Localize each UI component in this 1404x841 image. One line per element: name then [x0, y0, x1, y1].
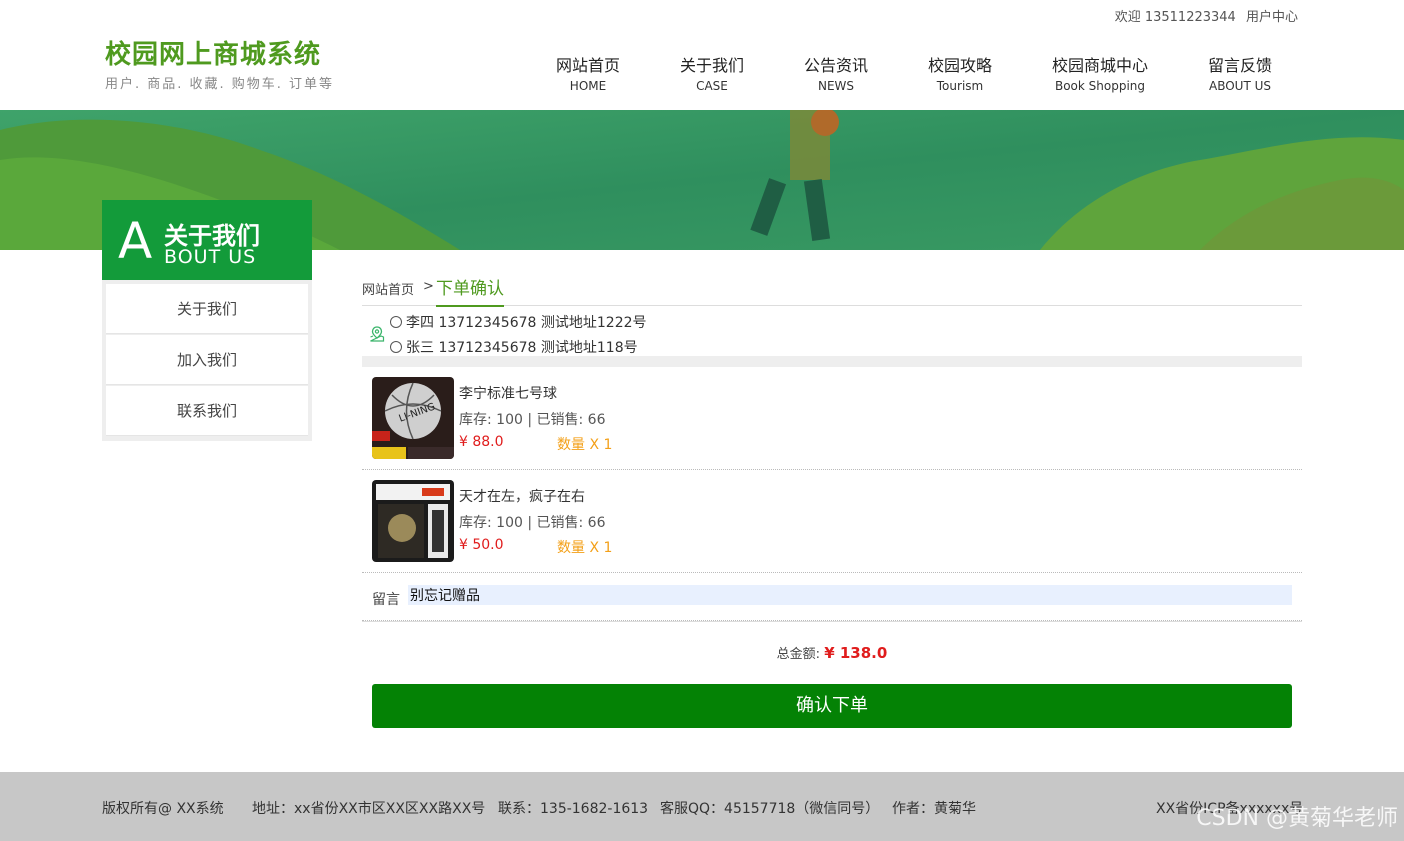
order-item: LI-NING 李宁标准七号球 库存: 100 | 已销售: 66 ¥ 88.0… [362, 367, 1302, 470]
address-text: 张三 13712345678 测试地址118号 [406, 340, 638, 356]
message-label: 留言 [372, 592, 400, 608]
address-selector: 李四 13712345678 测试地址1222号 张三 13712345678 … [362, 306, 1302, 362]
address-option[interactable]: 张三 13712345678 测试地址118号 [390, 337, 638, 357]
order-confirm-panel: 网站首页 > 下单确认 李四 13712345678 测试地址1222号 张三 … [362, 270, 1302, 728]
order-item: 天才在左，疯子在右 库存: 100 | 已销售: 66 ¥ 50.0 数量 X … [362, 470, 1302, 573]
user-center-link[interactable]: 用户中心 [1246, 10, 1298, 25]
sidebar-header-en: BOUT US [164, 246, 257, 268]
nav-label: 关于我们 [679, 56, 744, 75]
breadcrumb-current: 下单确认 [436, 274, 504, 307]
confirm-order-button[interactable]: 确认下单 [372, 684, 1292, 728]
footer-address: 地址：xx省份XX市区XX区XX路XX号 [252, 801, 486, 817]
product-image-basketball[interactable]: LI-NING [372, 377, 454, 459]
nav-label: 校园商城中心 [1051, 56, 1148, 75]
nav-sublabel: ABOUT US [1208, 79, 1271, 93]
order-total: 总金额: ¥ 138.0 [362, 643, 1302, 662]
product-price: ¥ 50.0 [459, 537, 504, 553]
csdn-watermark: CSDN @黄菊华老师 [1196, 806, 1398, 831]
nav-sublabel: NEWS [817, 79, 855, 93]
product-quantity: 数量 X 1 [557, 437, 613, 453]
main-nav: 网站首页 HOME 关于我们 CASE 公告资讯 NEWS 校园攻略 Touri… [526, 52, 1302, 93]
sidebar-list: 关于我们 加入我们 联系我们 [102, 280, 312, 441]
nav-news[interactable]: 公告资讯 NEWS [774, 52, 898, 93]
nav-sublabel: Tourism [936, 79, 984, 93]
sidebar-item-about[interactable]: 关于我们 [106, 284, 308, 334]
product-image-book[interactable] [372, 480, 454, 562]
product-name[interactable]: 天才在左，疯子在右 [459, 486, 585, 506]
total-label: 总金额: [776, 647, 821, 662]
address-option[interactable]: 李四 13712345678 测试地址1222号 [390, 312, 647, 332]
footer-qq: 客服QQ：45157718（微信同号） [660, 801, 880, 817]
nav-home[interactable]: 网站首页 HOME [526, 52, 650, 93]
sidebar-header: A 关于我们 BOUT US [102, 200, 312, 280]
nav-sublabel: Book Shopping [1054, 79, 1146, 93]
site-subtitle: 用户. 商品. 收藏. 购物车. 订单等 [105, 77, 335, 92]
breadcrumb-separator: > [423, 279, 434, 294]
top-user-bar: 欢迎 13511223344 用户中心 [1109, 6, 1298, 25]
address-radio[interactable] [390, 341, 402, 353]
nav-label: 公告资讯 [803, 56, 868, 75]
welcome-text: 欢迎 13511223344 [1114, 10, 1236, 25]
footer-copyright: 版权所有@ XX系统 [102, 801, 224, 817]
site-title: 校园网上商城系统 [105, 40, 322, 70]
nav-sublabel: CASE [696, 79, 728, 93]
section-divider [362, 621, 1302, 625]
site-footer: 版权所有@ XX系统 地址：xx省份XX市区XX区XX路XX号 联系：135-1… [0, 772, 1404, 841]
address-radio[interactable] [390, 316, 402, 328]
total-amount: ¥ 138.0 [824, 644, 888, 662]
product-quantity: 数量 X 1 [557, 540, 613, 556]
breadcrumb: 网站首页 > 下单确认 [362, 270, 1302, 307]
site-logo[interactable]: 校园网上商城系统 用户. 商品. 收藏. 购物车. 订单等 [105, 34, 334, 92]
product-stock: 库存: 100 | 已销售: 66 [459, 515, 606, 531]
location-pin-icon [370, 326, 385, 342]
nav-sublabel: HOME [569, 79, 607, 93]
nav-tourism[interactable]: 校园攻略 Tourism [898, 52, 1022, 93]
breadcrumb-home[interactable]: 网站首页 [362, 279, 414, 298]
nav-feedback[interactable]: 留言反馈 ABOUT US [1178, 52, 1302, 93]
nav-about[interactable]: 关于我们 CASE [650, 52, 774, 93]
product-stock: 库存: 100 | 已销售: 66 [459, 412, 606, 428]
footer-phone: 联系：135-1682-1613 [498, 801, 649, 817]
sidebar-header-letter: A [118, 212, 153, 270]
address-text: 李四 13712345678 测试地址1222号 [406, 315, 647, 331]
footer-author: 作者：黄菊华 [892, 801, 976, 817]
sidebar-item-join[interactable]: 加入我们 [106, 335, 308, 385]
product-price: ¥ 88.0 [459, 434, 504, 450]
nav-label: 网站首页 [555, 56, 620, 75]
message-input[interactable] [408, 585, 1292, 605]
nav-shopping[interactable]: 校园商城中心 Book Shopping [1022, 52, 1178, 93]
product-name[interactable]: 李宁标准七号球 [459, 383, 557, 403]
nav-label: 留言反馈 [1207, 56, 1272, 75]
sidebar-item-contact[interactable]: 联系我们 [106, 386, 308, 436]
nav-label: 校园攻略 [927, 56, 992, 75]
order-message: 留言 [362, 573, 1302, 621]
